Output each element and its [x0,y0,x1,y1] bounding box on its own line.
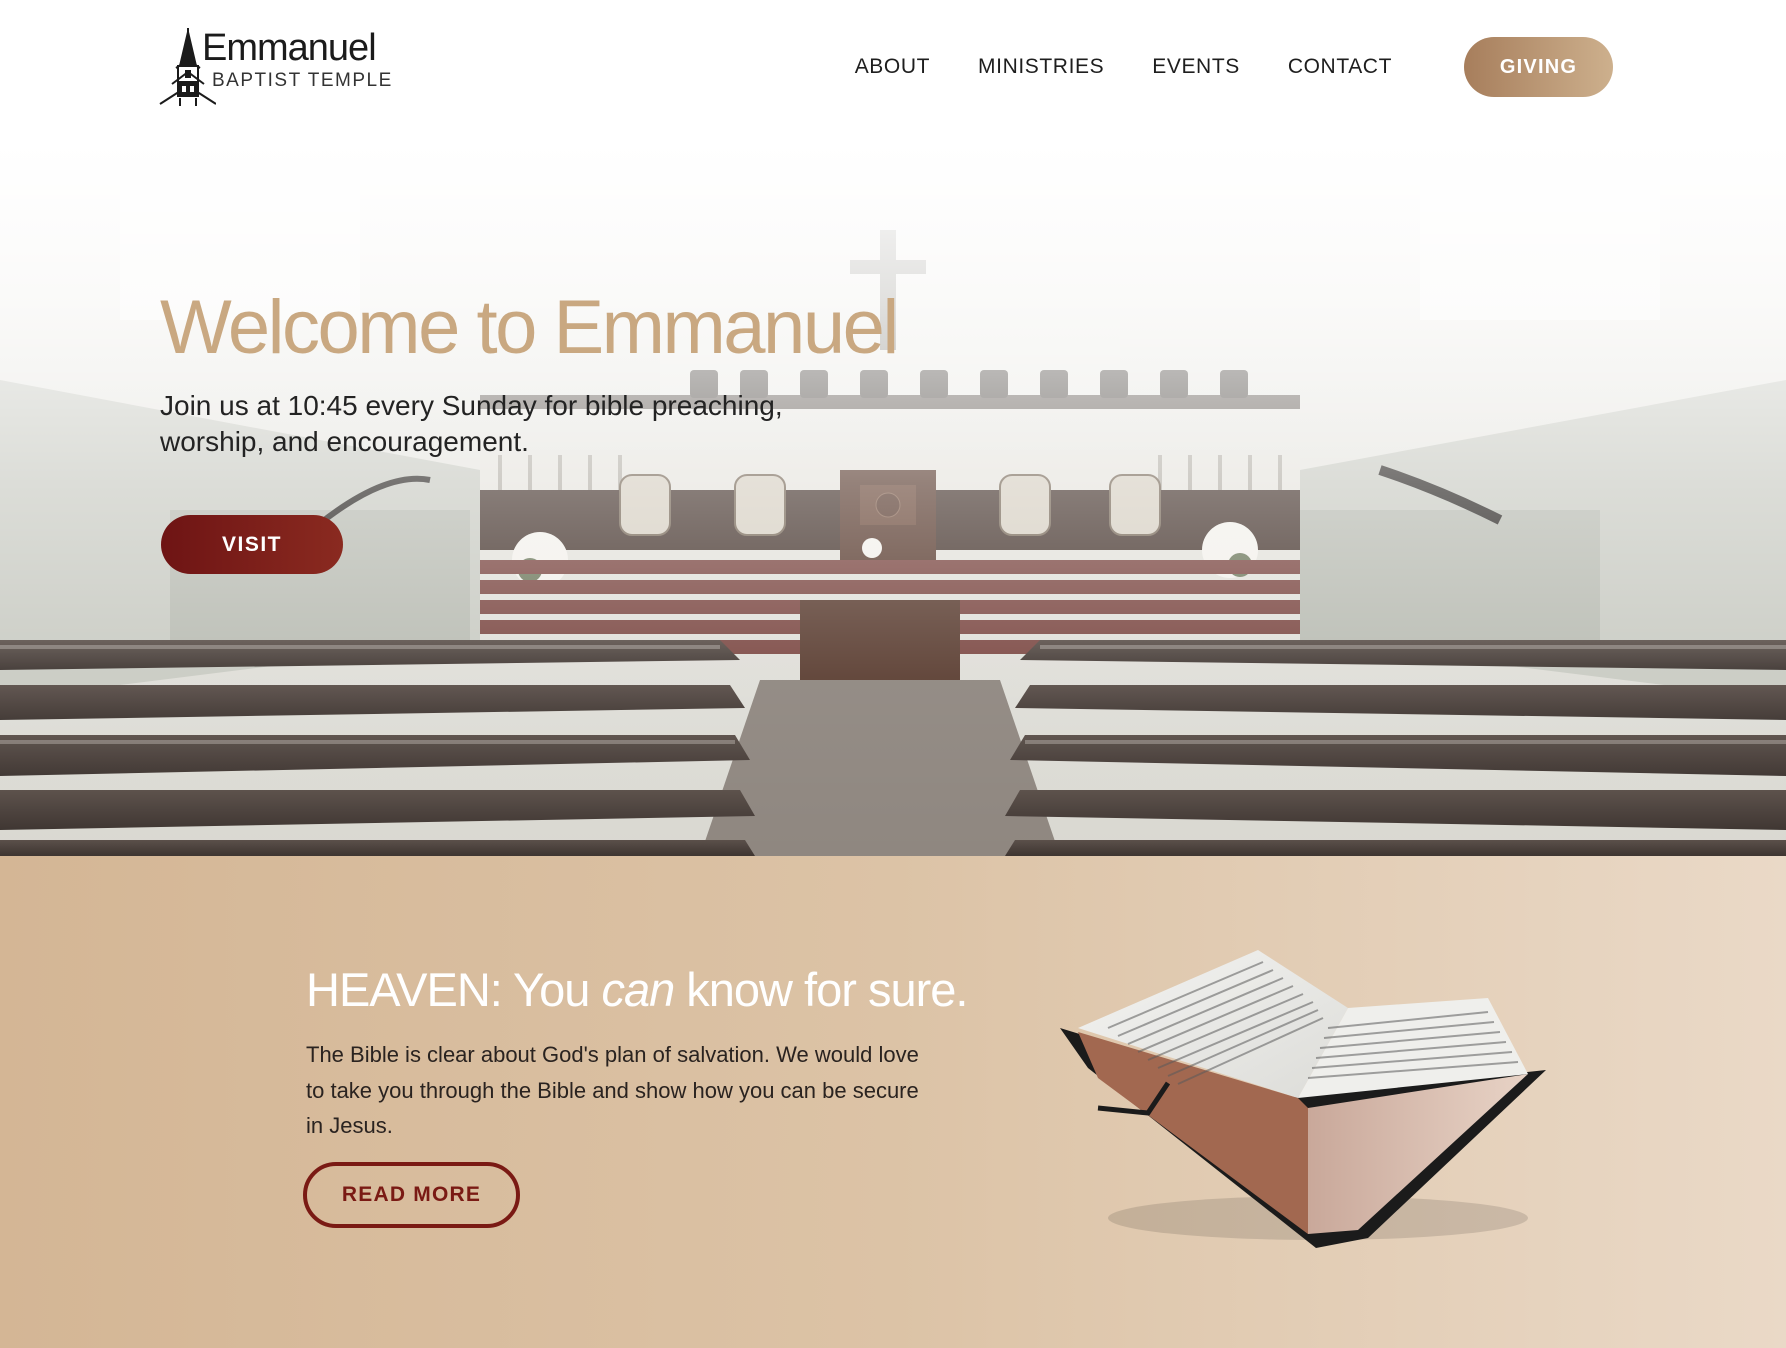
hero-text: Join us at 10:45 every Sunday for bible … [160,390,783,457]
heaven-section: HEAVEN: You can know for sure. The Bible… [0,856,1786,1348]
heaven-title-emphasis: can [601,963,675,1016]
heaven-text: The Bible is clear about God's plan of s… [306,1042,919,1138]
nav-item-ministries[interactable]: MINISTRIES [954,52,1128,82]
heaven-title-start: HEAVEN: You [306,963,602,1016]
hero-section: Welcome to Emmanuel Join us at 10:45 eve… [0,140,1786,856]
hero-overlay [0,140,1786,856]
site-logo[interactable]: Emmanuel BAPTIST TEMPLE [158,26,398,108]
brand-subtitle: BAPTIST TEMPLE [212,70,393,91]
brand-title: Emmanuel [202,27,377,69]
hero-title: Welcome to Emmanuel [160,285,899,370]
open-bible-image [1060,950,1546,1248]
visit-button[interactable]: VISIT [161,515,343,574]
hero-content: Welcome to Emmanuel Join us at 10:45 eve… [160,285,1060,574]
site-header: Emmanuel BAPTIST TEMPLE ABOUT MINISTRIES… [0,0,1786,140]
read-more-button[interactable]: READ MORE [303,1162,520,1228]
nav-item-about[interactable]: ABOUT [831,52,954,82]
heaven-content: HEAVEN: You can know for sure. The Bible… [303,966,1006,1228]
heaven-title: HEAVEN: You can know for sure. [306,966,1006,1013]
giving-button[interactable]: GIVING [1464,37,1613,97]
heaven-title-end: know for sure. [674,963,968,1016]
main-nav: ABOUT MINISTRIES EVENTS CONTACT [831,52,1416,82]
nav-item-contact[interactable]: CONTACT [1264,52,1416,82]
nav-item-events[interactable]: EVENTS [1128,52,1264,82]
